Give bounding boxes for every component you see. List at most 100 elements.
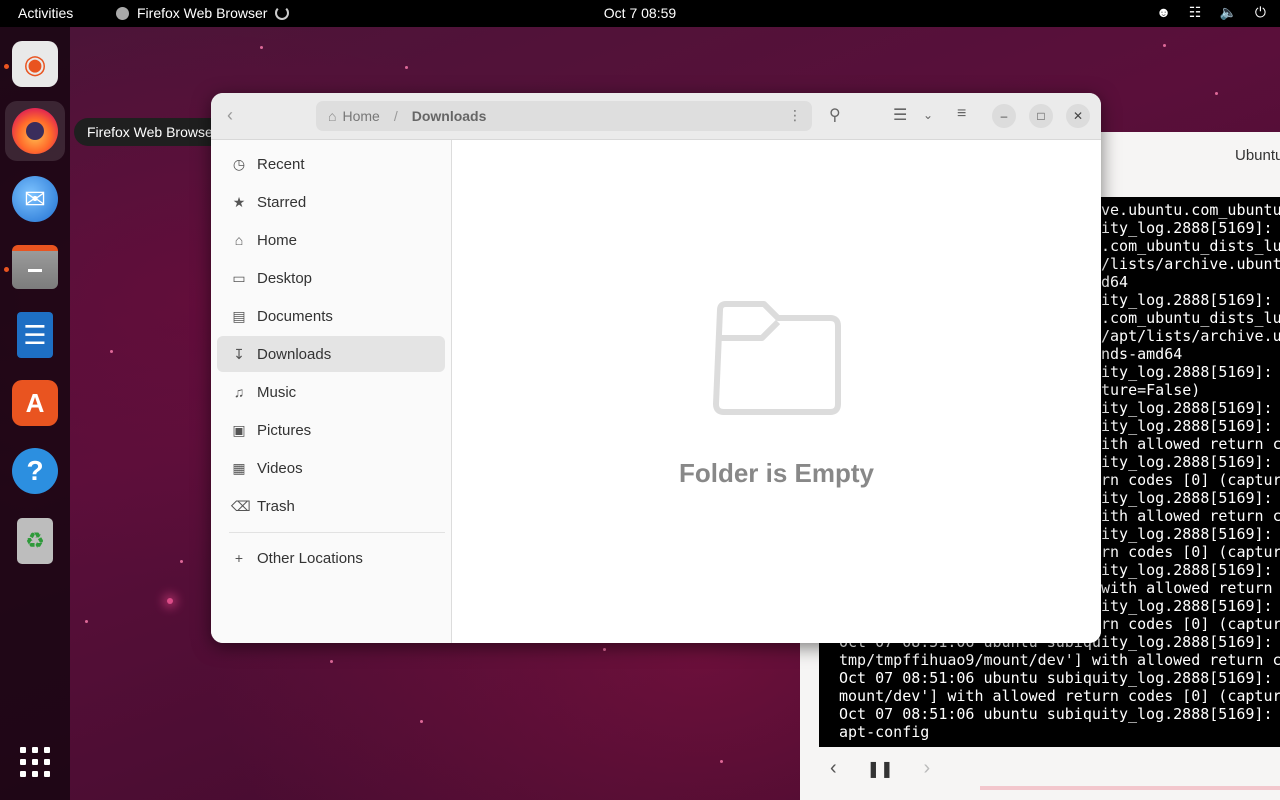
terminal-line: tmp/tmpffihuao9/mount/dev'] with allowed… bbox=[839, 651, 1280, 669]
system-tray[interactable]: ☻ ☷ 🔈 ⏻ bbox=[1156, 4, 1266, 21]
sidebar-item-label: Home bbox=[257, 231, 298, 249]
sidebar-item-label: Other Locations bbox=[257, 549, 363, 567]
plus-icon: + bbox=[234, 550, 244, 566]
path-menu-icon[interactable]: ⋮ bbox=[788, 107, 802, 124]
install-progress-bar bbox=[980, 786, 1280, 790]
music-icon: ♫ bbox=[233, 384, 245, 400]
files-icon bbox=[12, 245, 58, 289]
sidebar-item-videos[interactable]: ▦ Videos bbox=[217, 450, 445, 486]
sidebar-item-label: Music bbox=[257, 383, 297, 401]
previous-slide-button[interactable]: ‹ bbox=[830, 757, 837, 780]
close-button[interactable]: ✕ bbox=[1066, 104, 1090, 128]
sidebar-item-other-locations[interactable]: + Other Locations bbox=[217, 540, 445, 576]
video-icon: ▦ bbox=[232, 459, 246, 476]
installer-title: Ubuntu bbox=[1235, 147, 1280, 164]
home-icon: ⌂ bbox=[234, 232, 244, 248]
sidebar-item-music[interactable]: ♫ Music bbox=[217, 374, 445, 410]
trash-icon: ⌫ bbox=[231, 497, 251, 514]
dock-tooltip: Firefox Web Browser bbox=[74, 118, 231, 146]
back-button[interactable]: ‹ bbox=[227, 105, 233, 126]
top-bar: Activities Firefox Web Browser Oct 7 08:… bbox=[0, 0, 1280, 27]
dock-item-app-center[interactable]: A bbox=[5, 373, 65, 433]
wallpaper-star bbox=[330, 660, 333, 663]
firefox-icon bbox=[12, 108, 58, 154]
clock[interactable]: Oct 7 08:59 bbox=[0, 5, 1280, 21]
wallpaper-star bbox=[420, 720, 423, 723]
dock-item-help[interactable]: ? bbox=[5, 441, 65, 501]
terminal-line: Oct 07 08:51:06 ubuntu subiquity_log.288… bbox=[839, 705, 1280, 723]
wallpaper-star bbox=[603, 648, 606, 651]
list-view-icon[interactable]: ☰ bbox=[893, 105, 907, 125]
path-current[interactable]: Downloads bbox=[412, 108, 487, 124]
dock-item-firefox[interactable] bbox=[5, 101, 65, 161]
sidebar-item-trash[interactable]: ⌫ Trash bbox=[217, 488, 445, 524]
help-icon: ? bbox=[12, 448, 58, 494]
dock-item-trash[interactable]: ♻ bbox=[5, 511, 65, 571]
show-apps-button[interactable] bbox=[20, 747, 50, 777]
empty-folder-icon bbox=[713, 301, 841, 415]
sidebar-item-home[interactable]: ⌂ Home bbox=[217, 222, 445, 258]
empty-folder-message: Folder is Empty bbox=[678, 458, 875, 488]
wallpaper-star bbox=[1215, 92, 1218, 95]
sidebar-item-label: Starred bbox=[257, 193, 307, 211]
wallpaper-star bbox=[85, 620, 88, 623]
dock-item-writer[interactable]: ☰ bbox=[5, 305, 65, 365]
wallpaper-star bbox=[405, 66, 408, 69]
minimize-button[interactable]: – bbox=[992, 104, 1016, 128]
volume-icon[interactable]: 🔈 bbox=[1219, 4, 1236, 21]
files-header-bar: ‹ ⌂ Home / Downloads ⋮ ⚲ ☰ ⌄ ≡ – □ ✕ bbox=[211, 93, 1101, 140]
wallpaper-star bbox=[720, 760, 723, 763]
app-center-icon: A bbox=[12, 380, 58, 426]
sidebar-item-pictures[interactable]: ▣ Pictures bbox=[217, 412, 445, 448]
terminal-line: mount/dev'] with allowed return codes [0… bbox=[839, 687, 1280, 705]
next-slide-button[interactable]: › bbox=[923, 757, 930, 780]
sidebar-item-label: Documents bbox=[257, 307, 333, 325]
dock: ◉ ✉ ☰ A ? ♻ Firefox Web Browser bbox=[0, 27, 231, 800]
files-window[interactable]: ‹ ⌂ Home / Downloads ⋮ ⚲ ☰ ⌄ ≡ – □ ✕ ◷ Re… bbox=[211, 93, 1101, 643]
path-bar[interactable]: ⌂ Home / Downloads ⋮ bbox=[316, 101, 812, 131]
slideshow-controls: ‹ ❚❚ › bbox=[830, 757, 930, 780]
picture-icon: ▣ bbox=[232, 421, 246, 438]
network-icon[interactable]: ☷ bbox=[1189, 4, 1202, 21]
writer-icon: ☰ bbox=[17, 312, 53, 358]
star-icon: ★ bbox=[232, 193, 246, 210]
installer-icon: ◉ bbox=[12, 41, 58, 87]
sidebar-item-label: Trash bbox=[257, 497, 295, 515]
dock-item-installer[interactable]: ◉ bbox=[5, 34, 65, 94]
home-icon: ⌂ bbox=[328, 108, 337, 124]
wallpaper-star bbox=[180, 560, 183, 563]
sidebar-item-label: Desktop bbox=[257, 269, 313, 287]
sidebar-item-documents[interactable]: ▤ Documents bbox=[217, 298, 445, 334]
sidebar-item-desktop[interactable]: ▭ Desktop bbox=[217, 260, 445, 296]
file-view[interactable]: Folder is Empty bbox=[452, 140, 1101, 643]
thunderbird-icon: ✉ bbox=[12, 176, 58, 222]
sidebar-item-starred[interactable]: ★ Starred bbox=[217, 184, 445, 220]
wallpaper-star bbox=[167, 598, 173, 604]
power-icon[interactable]: ⏻ bbox=[1255, 4, 1266, 21]
wallpaper-star bbox=[1163, 44, 1166, 47]
desktop-icon: ▭ bbox=[232, 269, 246, 286]
search-icon[interactable]: ⚲ bbox=[829, 105, 841, 125]
sidebar-item-recent[interactable]: ◷ Recent bbox=[217, 146, 445, 182]
dock-item-files[interactable] bbox=[5, 237, 65, 297]
sidebar-item-downloads[interactable]: ↧ Downloads bbox=[217, 336, 445, 372]
clock-icon: ◷ bbox=[232, 155, 246, 172]
document-icon: ▤ bbox=[232, 307, 246, 324]
terminal-line: apt-config bbox=[839, 723, 930, 741]
path-home[interactable]: Home bbox=[342, 108, 379, 124]
view-options-chevron-icon[interactable]: ⌄ bbox=[923, 108, 933, 122]
pause-button[interactable]: ❚❚ bbox=[867, 759, 894, 779]
wallpaper-star bbox=[260, 46, 263, 49]
sidebar-item-label: Videos bbox=[257, 459, 303, 477]
sidebar-item-label: Recent bbox=[257, 155, 305, 173]
accessibility-icon[interactable]: ☻ bbox=[1156, 4, 1171, 21]
places-sidebar: ◷ Recent ★ Starred ⌂ Home ▭ Desktop ▤ Documents ↧ D… bbox=[211, 140, 452, 643]
path-separator: / bbox=[393, 108, 398, 124]
dock-item-thunderbird[interactable]: ✉ bbox=[5, 169, 65, 229]
sidebar-divider bbox=[229, 532, 445, 533]
sidebar-item-label: Pictures bbox=[257, 421, 312, 439]
main-menu-icon[interactable]: ≡ bbox=[957, 105, 966, 123]
trash-icon: ♻ bbox=[17, 518, 53, 564]
maximize-button[interactable]: □ bbox=[1029, 104, 1053, 128]
wallpaper-star bbox=[110, 350, 113, 353]
